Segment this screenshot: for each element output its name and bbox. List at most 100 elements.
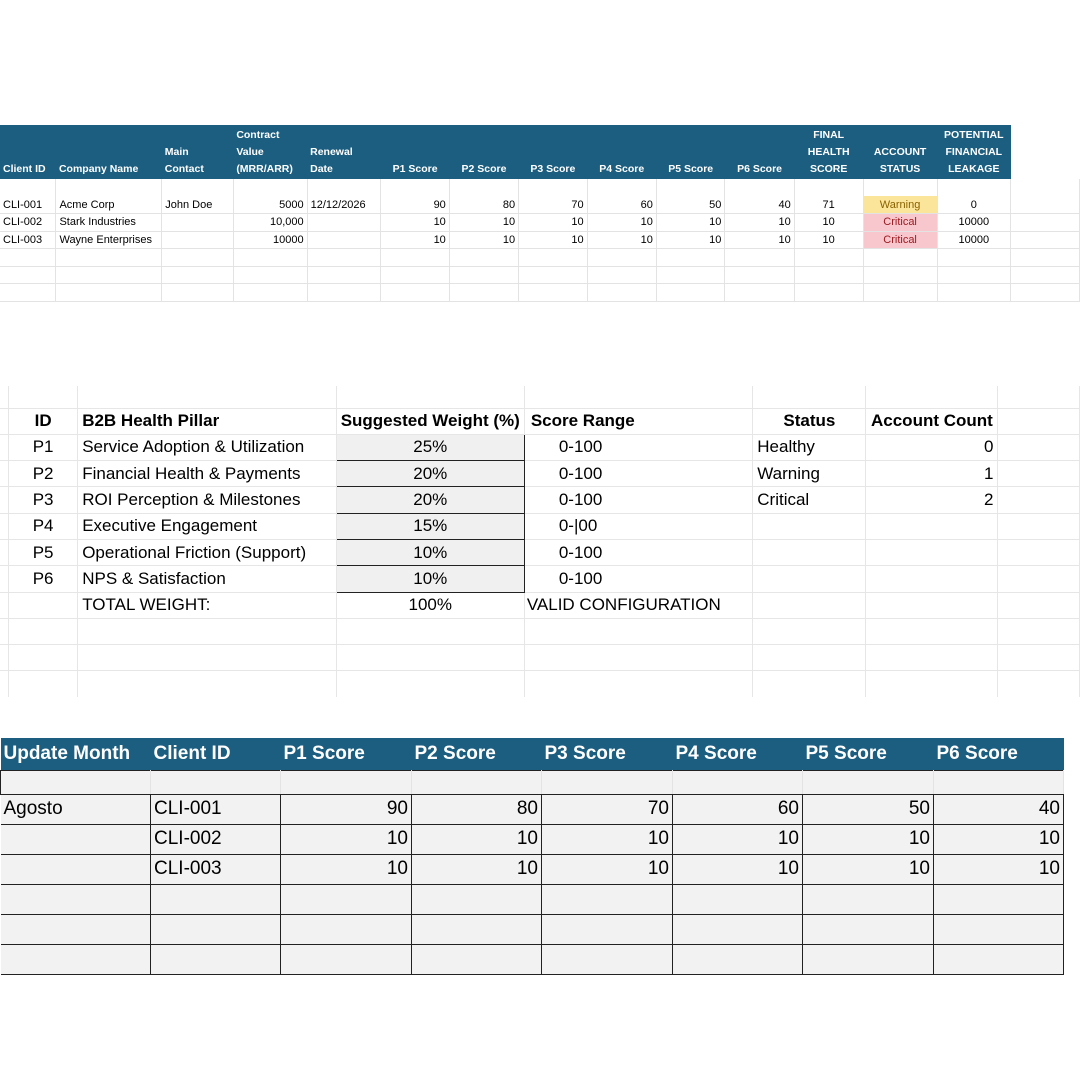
header-contract-value[interactable]: Contract Value (MRR/ARR): [233, 125, 308, 179]
cell-contract[interactable]: 5000: [233, 196, 308, 214]
cell-contact[interactable]: John Doe: [161, 196, 234, 214]
cell-p2[interactable]: 10: [449, 213, 520, 232]
header-p4-score[interactable]: P4 Score: [672, 738, 803, 770]
header-pillar[interactable]: B2B Health Pillar: [77, 408, 337, 435]
header-p2-score[interactable]: P2 Score: [411, 738, 542, 770]
header-main-contact[interactable]: Main Contact: [161, 125, 234, 179]
pillar-id[interactable]: P5: [8, 539, 79, 567]
cell-p1[interactable]: 10: [280, 853, 412, 885]
score-range[interactable]: 0-|00: [524, 513, 754, 540]
cell-p1[interactable]: 90: [280, 793, 412, 825]
header-p6-score[interactable]: P6 Score: [933, 738, 1064, 770]
pillar-id[interactable]: P1: [8, 434, 79, 462]
cell-final-score[interactable]: 71: [794, 196, 864, 214]
cell-contact[interactable]: [161, 213, 234, 232]
weight-input[interactable]: 20%: [335, 460, 525, 488]
cell-month[interactable]: [0, 823, 151, 855]
cell-p3[interactable]: 10: [518, 213, 588, 232]
header-p1-score[interactable]: P1 Score: [280, 738, 412, 770]
header-p5-score[interactable]: P5 Score: [802, 738, 934, 770]
cell-client-id[interactable]: CLI-001: [150, 793, 281, 825]
cell-p3[interactable]: 10: [541, 853, 673, 885]
cell-contract[interactable]: 10,000: [233, 213, 308, 232]
cell-p3[interactable]: 10: [518, 231, 588, 249]
cell-p4[interactable]: 60: [672, 793, 803, 825]
pillar-name[interactable]: NPS & Satisfaction: [77, 565, 337, 593]
status-badge[interactable]: Warning: [863, 196, 938, 214]
header-p5-score[interactable]: P5 Score: [656, 125, 725, 179]
header-final-health-score[interactable]: FINAL HEALTH SCORE: [794, 125, 864, 179]
pillar-name[interactable]: Operational Friction (Support): [77, 539, 337, 567]
cell-p2[interactable]: 10: [449, 231, 520, 249]
cell-final-score[interactable]: 10: [794, 231, 864, 249]
cell-p4[interactable]: 60: [587, 196, 657, 214]
score-range[interactable]: 0-100: [524, 434, 754, 462]
cell-p6[interactable]: 10: [724, 231, 795, 249]
account-count[interactable]: 1: [865, 460, 999, 488]
cell-p1[interactable]: 10: [380, 231, 450, 249]
status-label[interactable]: Warning: [752, 460, 867, 488]
header-potential-leakage[interactable]: POTENTIAL FINANCIAL LEAKAGE: [937, 125, 1011, 179]
header-p4-score[interactable]: P4 Score: [587, 125, 657, 179]
cell-p1[interactable]: 10: [380, 213, 450, 232]
cell-client-id[interactable]: CLI-002: [0, 213, 57, 232]
header-suggested-weight[interactable]: Suggested Weight (%): [336, 408, 525, 435]
cell-leakage[interactable]: 0: [937, 196, 1012, 214]
cell-p5[interactable]: 10: [656, 213, 726, 232]
header-p3-score[interactable]: P3 Score: [541, 738, 673, 770]
account-count[interactable]: 2: [865, 486, 999, 514]
cell-month[interactable]: [0, 853, 151, 885]
cell-renewal[interactable]: 12/12/2026: [307, 196, 382, 214]
cell-month[interactable]: Agosto: [0, 793, 151, 825]
cell-p4[interactable]: 10: [672, 823, 803, 855]
score-range[interactable]: 0-100: [524, 565, 754, 593]
pillar-name[interactable]: Service Adoption & Utilization: [77, 434, 337, 462]
pillar-name[interactable]: Executive Engagement: [77, 513, 337, 540]
status-badge[interactable]: Critical: [863, 213, 938, 232]
cell-p2[interactable]: 10: [411, 853, 542, 885]
cell-final-score[interactable]: 10: [794, 213, 864, 232]
cell-p3[interactable]: 70: [541, 793, 673, 825]
cell-p5[interactable]: 50: [802, 793, 934, 825]
cell-leakage[interactable]: 10000: [937, 213, 1012, 232]
cell-p3[interactable]: 70: [518, 196, 588, 214]
pillar-id[interactable]: P3: [8, 486, 79, 514]
cell-contract[interactable]: 10000: [233, 231, 308, 249]
cell-client-id[interactable]: CLI-003: [150, 853, 281, 885]
cell-p2[interactable]: 80: [411, 793, 542, 825]
pillar-name[interactable]: ROI Perception & Milestones: [77, 486, 337, 514]
cell-renewal[interactable]: [307, 213, 382, 232]
weight-input[interactable]: 15%: [335, 512, 525, 540]
weight-input[interactable]: 10%: [335, 565, 525, 593]
cell-p6[interactable]: 40: [933, 793, 1064, 825]
pillar-name[interactable]: Financial Health & Payments: [77, 460, 337, 488]
cell-company[interactable]: Acme Corp: [55, 196, 163, 214]
header-id[interactable]: ID: [8, 408, 79, 435]
cell-p4[interactable]: 10: [587, 231, 657, 249]
header-company-name[interactable]: Company Name: [55, 125, 162, 179]
cell-p5[interactable]: 10: [802, 823, 934, 855]
pillar-id[interactable]: P4: [8, 513, 79, 540]
cell-p5[interactable]: 50: [656, 196, 726, 214]
cell-p2[interactable]: 80: [449, 196, 520, 214]
pillar-id[interactable]: P2: [8, 460, 79, 488]
cell-p5[interactable]: 10: [656, 231, 726, 249]
cell-company[interactable]: Stark Industries: [55, 213, 163, 232]
cell-client-id[interactable]: CLI-001: [0, 196, 57, 214]
weight-input[interactable]: 10%: [335, 538, 525, 567]
header-status[interactable]: Status: [752, 408, 867, 435]
header-account-status[interactable]: ACCOUNT STATUS: [863, 125, 938, 179]
header-update-month[interactable]: Update Month: [0, 738, 151, 770]
empty-cell[interactable]: [1010, 125, 1080, 179]
header-renewal-date[interactable]: Renewal Date: [307, 125, 381, 179]
weight-input[interactable]: 20%: [335, 486, 525, 514]
cell-p1[interactable]: 10: [280, 823, 412, 855]
cell-company[interactable]: Wayne Enterprises: [55, 231, 163, 249]
pillar-id[interactable]: P6: [8, 565, 79, 593]
weight-input[interactable]: 25%: [335, 433, 525, 462]
score-range[interactable]: 0-100: [524, 486, 754, 514]
status-badge[interactable]: Critical: [863, 231, 938, 249]
cell-p6[interactable]: 10: [933, 823, 1064, 855]
cell-client-id[interactable]: CLI-003: [0, 231, 57, 249]
status-label[interactable]: Critical: [752, 486, 867, 514]
